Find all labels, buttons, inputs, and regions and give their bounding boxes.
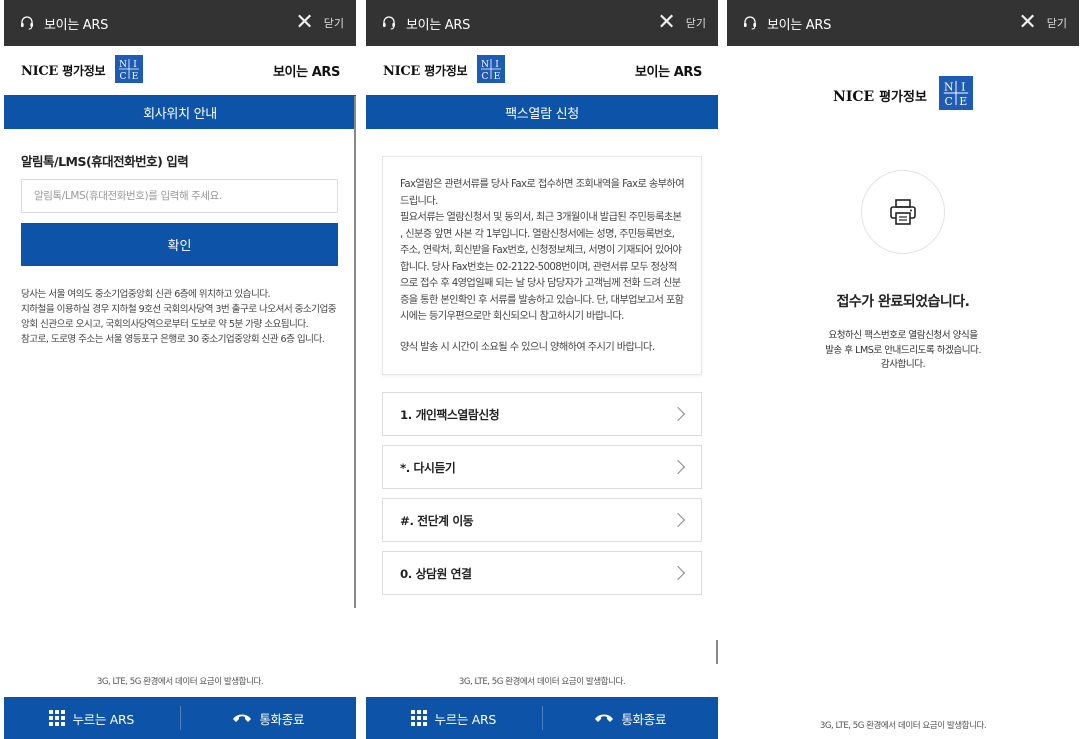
logo-letter: C	[482, 72, 489, 82]
fax-status-badge	[861, 170, 945, 254]
keypad-icon	[49, 710, 66, 726]
confirm-button[interactable]: 확인	[21, 223, 338, 266]
description-line: 참고로, 도로명 주소는 서울 영등포구 은행로 30 중소기업중앙회 신관 6…	[21, 334, 325, 345]
end-call-button[interactable]: 통화종료	[543, 709, 719, 728]
logo-letter: E	[132, 72, 139, 82]
menu-item-label: 1. 개인팩스열람신청	[400, 407, 500, 422]
hang-up-icon	[233, 714, 252, 722]
bottom-bar: 누르는 ARS 통화종료	[366, 697, 718, 739]
menu-item-label: *. 다시듣기	[400, 460, 456, 475]
logo-letter: N	[119, 60, 127, 70]
close-label: 닫기	[1046, 17, 1067, 30]
end-call-button[interactable]: 통화종료	[181, 709, 357, 728]
section-header: 팩스열람 신청	[366, 95, 718, 129]
title-bar: 보이는 ARS ✕ 닫기	[366, 0, 718, 46]
completion-message: 요청하신 팩스번호로 열람신청서 양식을 발송 후 LMS로 안내드리도록 하겠…	[727, 329, 1079, 373]
phone-input-label: 알림톡/LMS(휴대전화번호) 입력	[21, 154, 189, 169]
brand-bar: NICE 평가정보 NICE 보이는 ARS	[366, 46, 718, 95]
close-label: 닫기	[685, 17, 706, 30]
window-title: 보이는 ARS	[767, 17, 832, 33]
panel-request-complete: 보이는 ARS ✕ 닫기 NICE 평가정보 NICE 접수가 완료되었습니다.…	[727, 0, 1079, 739]
close-icon: ✕	[657, 10, 676, 35]
close-label: 닫기	[323, 17, 344, 30]
title-bar: 보이는 ARS ✕ 닫기	[4, 0, 356, 46]
chevron-right-icon	[670, 406, 686, 422]
keypad-ars-label: 누르는 ARS	[72, 711, 135, 727]
brand-bar: NICE 평가정보 NICE 보이는 ARS	[4, 46, 356, 95]
end-call-label: 통화종료	[259, 711, 305, 727]
nice-logo: NICE	[938, 76, 973, 114]
keypad-ars-button[interactable]: 누르는 ARS	[366, 709, 542, 728]
logo-letter: N	[944, 81, 954, 94]
headset-icon	[741, 14, 759, 32]
nice-logo: NICE	[115, 54, 144, 87]
fax-printer-icon	[890, 199, 916, 225]
menu-item-label: #. 전단계 이동	[400, 513, 474, 528]
description-line: 당사는 서울 여의도 중소기업중앙회 신관 6층에 위치하고 있습니다.	[21, 289, 271, 300]
nice-logo: NICE	[477, 54, 506, 87]
menu-item-agent[interactable]: 0. 상담원 연결	[382, 551, 702, 595]
keypad-ars-label: 누르는 ARS	[434, 711, 497, 727]
service-name: 보이는 ARS	[634, 65, 702, 80]
logo-letter: C	[120, 72, 127, 82]
close-button[interactable]: ✕ 닫기	[657, 12, 706, 34]
title-bar: 보이는 ARS ✕ 닫기	[727, 0, 1079, 46]
phone-input[interactable]	[21, 179, 338, 213]
window-title: 보이는 ARS	[406, 17, 471, 33]
panel-fax-request: 보이는 ARS ✕ 닫기 NICE 평가정보 NICE 보이는 ARS 팩스열람…	[366, 0, 718, 739]
logo-letter: E	[959, 95, 967, 108]
completion-title: 접수가 완료되었습니다.	[836, 294, 971, 310]
brand-name: NICE 평가정보	[383, 64, 468, 79]
data-charge-notice: 3G, LTE, 5G 환경에서 데이터 요금이 발생합니다.	[819, 721, 987, 731]
menu-item-replay[interactable]: *. 다시듣기	[382, 445, 702, 489]
chevron-right-icon	[670, 565, 686, 581]
window-title: 보이는 ARS	[44, 17, 109, 33]
brand-name: NICE 평가정보	[21, 64, 106, 79]
logo-letter: C	[944, 95, 952, 108]
message-line: 발송 후 LMS로 안내드리도록 하겠습니다.	[825, 344, 981, 356]
keypad-ars-button[interactable]: 누르는 ARS	[4, 709, 180, 728]
menu-item-fax-request[interactable]: 1. 개인팩스열람신청	[382, 392, 702, 436]
headset-icon	[380, 14, 398, 32]
logo-letter: I	[495, 60, 499, 70]
close-button[interactable]: ✕ 닫기	[295, 12, 344, 34]
chevron-right-icon	[670, 459, 686, 475]
message-line: 요청하신 팩스번호로 열람신청서 양식을	[828, 330, 978, 341]
close-button[interactable]: ✕ 닫기	[1018, 12, 1067, 34]
service-name: 보이는 ARS	[272, 65, 340, 80]
scrollbar[interactable]	[354, 96, 356, 608]
fax-info-box: Fax열람은 관련서류를 당사 Fax로 접수하면 조회내역을 Fax로 송부하…	[382, 156, 702, 375]
data-charge-notice: 3G, LTE, 5G 환경에서 데이터 요금이 발생합니다.	[96, 677, 264, 687]
keypad-icon	[411, 710, 428, 726]
info-paragraph: Fax열람은 관련서류를 당사 Fax로 접수하면 조회내역을 Fax로 송부하…	[400, 179, 685, 207]
data-charge-notice: 3G, LTE, 5G 환경에서 데이터 요금이 발생합니다.	[458, 677, 626, 687]
scrollbar[interactable]	[716, 640, 718, 664]
brand-name: NICE 평가정보	[833, 88, 927, 105]
panel-company-location: 보이는 ARS ✕ 닫기 NICE 평가정보 NICE 보이는 ARS 회사위치…	[4, 0, 356, 739]
logo-letter: N	[481, 60, 489, 70]
info-paragraph: 필요서류는 열람신청서 및 동의서, 최근 3개월이내 발급된 주민등록초본 ,…	[400, 212, 684, 322]
menu-item-previous[interactable]: #. 전단계 이동	[382, 498, 702, 542]
logo-letter: E	[494, 72, 501, 82]
description-line: 지하철을 이용하실 경우 지하철 9호선 국회의사당역 3번 출구로 나오셔서 …	[21, 304, 337, 330]
menu-item-label: 0. 상담원 연결	[400, 566, 472, 581]
content: 알림톡/LMS(휴대전화번호) 입력 확인 당사는 서울 여의도 중소기업중앙회…	[4, 129, 356, 347]
hang-up-icon	[595, 714, 614, 722]
chevron-right-icon	[670, 512, 686, 528]
logo-letter: I	[133, 60, 137, 70]
close-icon: ✕	[295, 10, 314, 35]
section-header: 회사위치 안내	[4, 95, 356, 129]
brand-bar: NICE 평가정보 NICE	[727, 76, 1079, 114]
location-description: 당사는 서울 여의도 중소기업중앙회 신관 6층에 위치하고 있습니다. 지하철…	[21, 287, 340, 347]
ars-menu: 1. 개인팩스열람신청 *. 다시듣기 #. 전단계 이동 0. 상담원 연결	[382, 392, 702, 595]
message-line: 감사합니다.	[880, 359, 926, 370]
info-paragraph: 양식 발송 시 시간이 소요될 수 있으니 양해하여 주시기 바랍니다.	[400, 341, 655, 353]
logo-letter: I	[961, 81, 965, 94]
bottom-bar: 누르는 ARS 통화종료	[4, 697, 356, 739]
close-icon: ✕	[1018, 10, 1037, 35]
headset-icon	[18, 14, 36, 32]
end-call-label: 통화종료	[621, 711, 667, 727]
